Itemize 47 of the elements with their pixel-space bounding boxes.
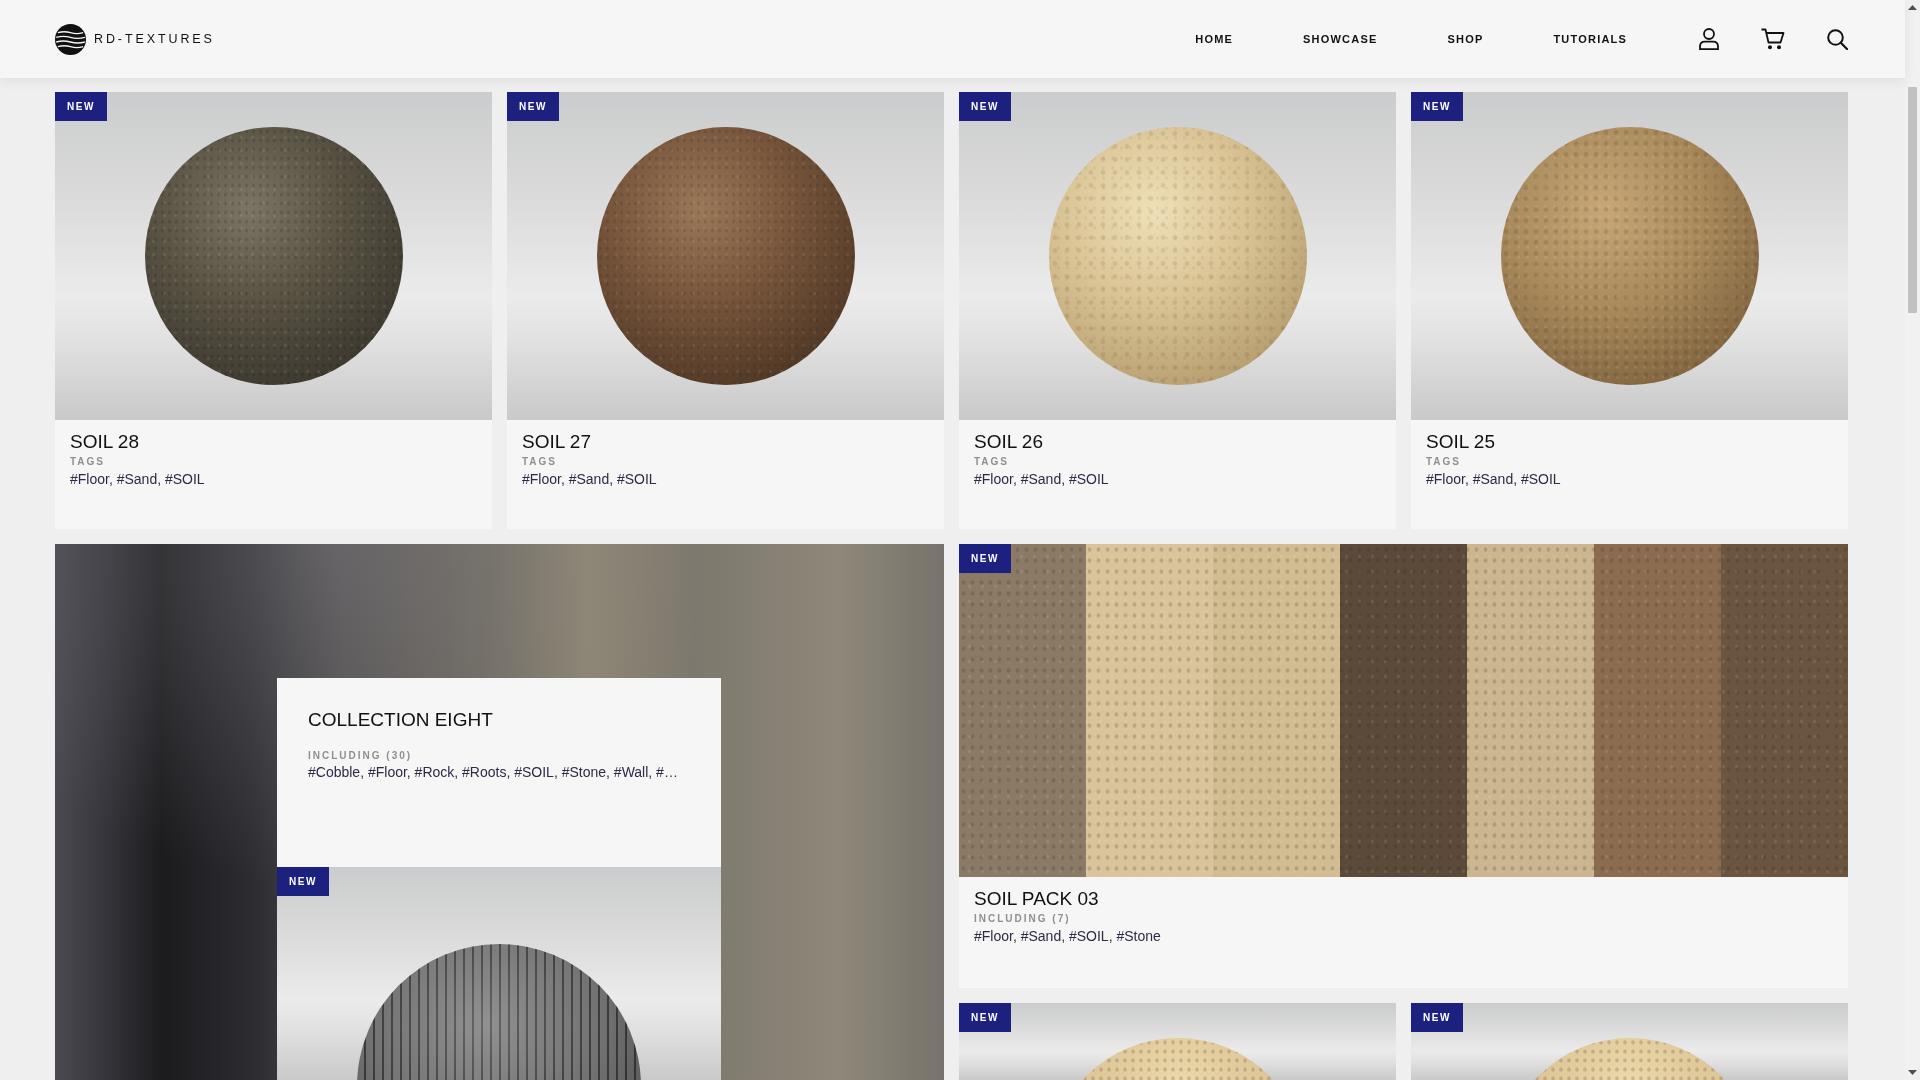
nav-link[interactable]: SHOP [1447,32,1484,46]
stone-wall-photo[interactable]: COLLECTION EIGHT INCLUDING (30) #Cobble, #Floor, #Rock, #Roots, #SOIL, #Stone, #Wall, #… NEW [55,544,944,1080]
new-badge: NEW [959,544,1012,573]
product-photo[interactable]: NEW [1411,1003,1848,1080]
tag-list: #Floor, #Sand, #SOIL [974,470,1109,488]
nav-link[interactable]: TUTORIALS [1553,32,1627,46]
tag-list: #Floor, #Sand, #SOIL, #Stone [974,927,1161,945]
product-photo[interactable]: NEW [55,92,492,420]
tag-list: #Floor, #Sand, #SOIL [522,470,657,488]
new-badge: NEW [1411,92,1464,121]
nav-link[interactable]: SHOWCASE [1303,32,1378,46]
product-photo[interactable]: NEW [959,1003,1396,1080]
tags-label: TAGS [522,456,558,468]
product-photo[interactable]: NEW [1411,92,1848,420]
tags-label: TAGS [1426,456,1462,468]
new-badge: NEW [1411,1003,1464,1032]
item-count-label: INCLUDING (7) [974,913,1071,925]
logo-icon[interactable] [55,23,86,55]
item-count-label: INCLUDING (30) [308,750,413,762]
product-title[interactable]: COLLECTION EIGHT [308,709,493,731]
tag-list: #Floor, #Sand, #SOIL [1426,470,1561,488]
new-badge: NEW [507,92,560,121]
tag-list: #Floor, #Sand, #SOIL [70,470,205,488]
scroll-up-icon[interactable] [1908,5,1917,10]
product-photo[interactable]: NEW [507,92,944,420]
user-icon[interactable] [1699,28,1719,50]
scrollbar-thumb[interactable] [1908,87,1917,313]
cart-icon[interactable] [1761,28,1785,50]
nav-link[interactable]: HOME [1195,32,1234,46]
new-badge: NEW [277,867,330,896]
tags-label: TAGS [974,456,1010,468]
product-photo[interactable]: NEW [959,92,1396,420]
new-badge: NEW [959,92,1012,121]
soil-strips-photo[interactable]: NEW [959,544,1848,877]
brand-name[interactable]: RD-TEXTURES [94,32,215,46]
product-title[interactable]: SOIL 25 [1426,431,1495,453]
product-photo[interactable]: NEW [277,867,721,1080]
new-badge: NEW [959,1003,1012,1032]
product-title[interactable]: SOIL 27 [522,431,591,453]
scroll-down-icon[interactable] [1908,1070,1917,1075]
product-title[interactable]: SOIL PACK 03 [974,888,1099,910]
product-title[interactable]: SOIL 28 [70,431,139,453]
tags-label: TAGS [70,456,106,468]
new-badge: NEW [55,92,108,121]
tag-list: #Cobble, #Floor, #Rock, #Roots, #SOIL, #Stone, #Wall, #… [308,763,678,781]
product-title[interactable]: SOIL 26 [974,431,1043,453]
search-icon[interactable] [1827,28,1848,50]
